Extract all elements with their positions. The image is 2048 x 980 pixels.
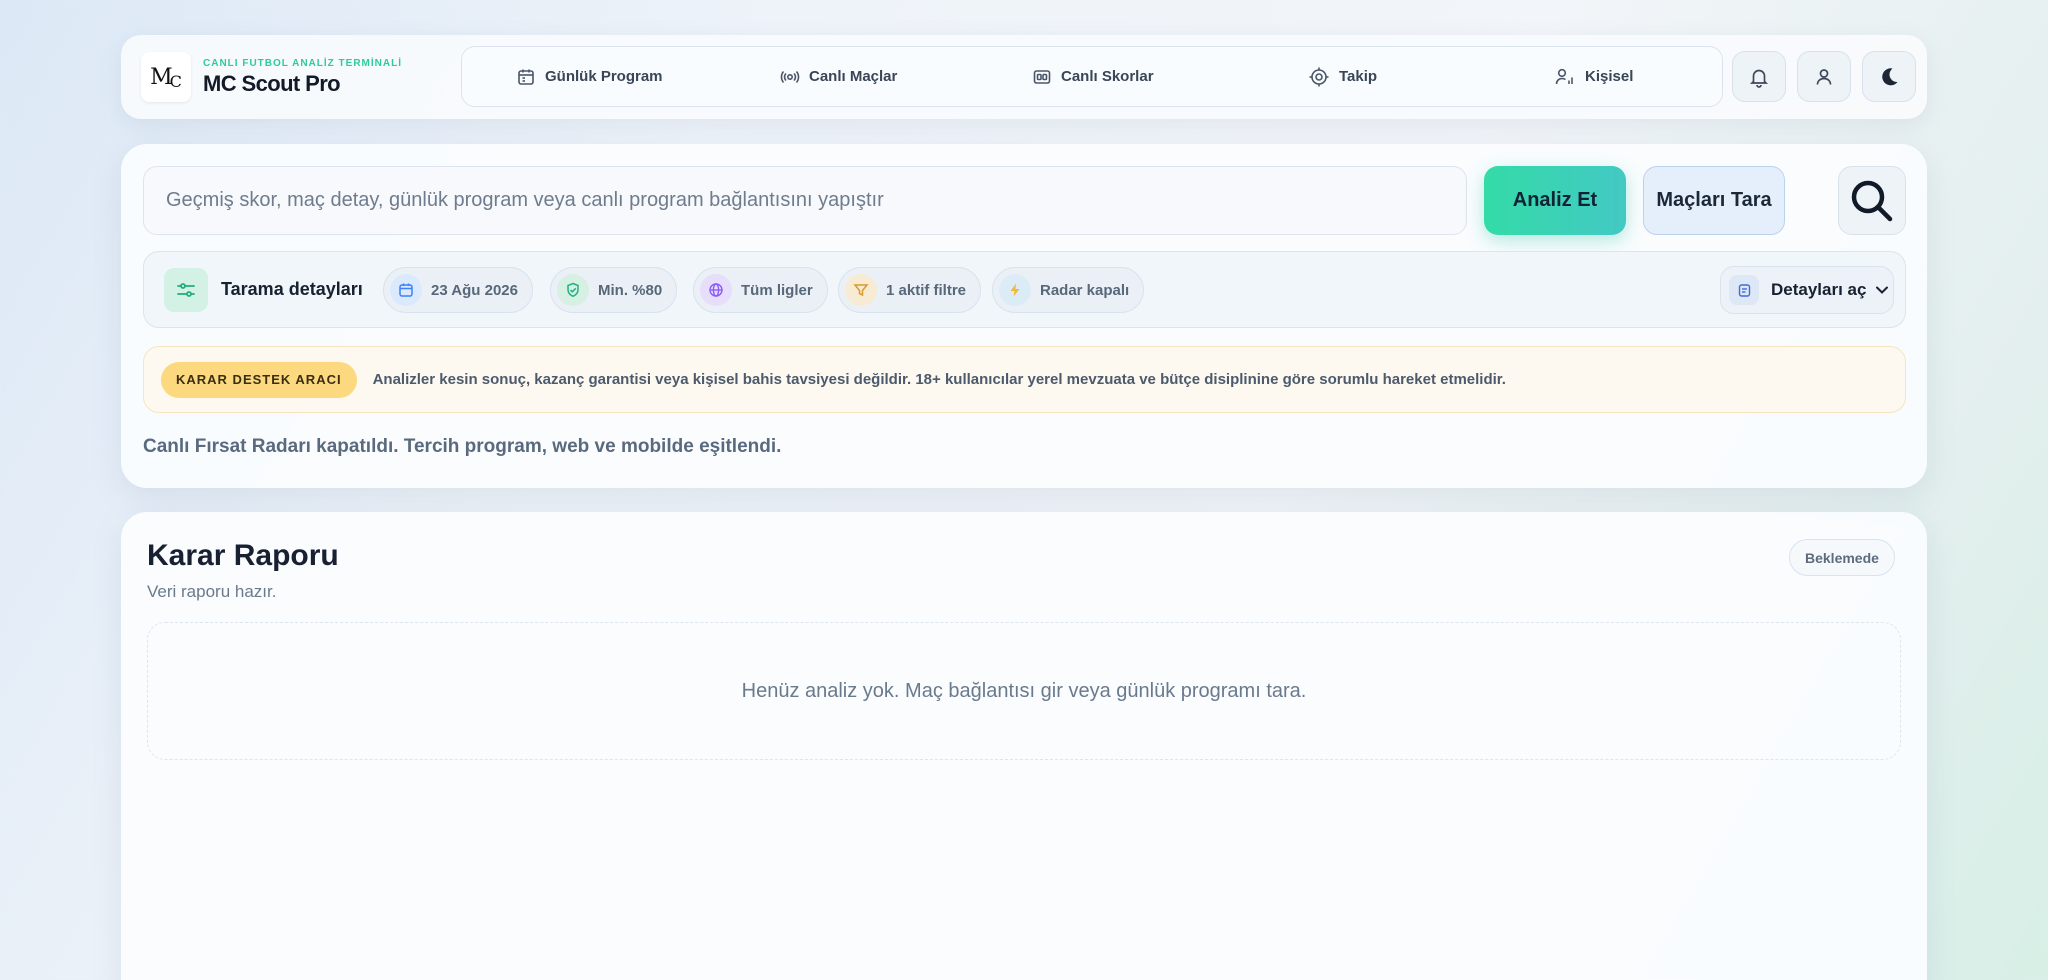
nav-label: Takip [1339,68,1378,85]
lightning-icon [999,274,1031,306]
chevron-down-icon [1876,286,1889,294]
nav-item-tracking[interactable]: Takip [1308,47,1377,106]
status-message: Canlı Fırsat Radarı kapatıldı. Tercih pr… [143,436,782,457]
top-header: MC CANLI FUTBOL ANALİZ TERMİNALİ MC Scou… [121,35,1927,119]
nav-item-daily-program[interactable]: Günlük Program [516,47,663,106]
nav-label: Canlı Skorlar [1061,68,1154,85]
calendar-icon [518,69,534,85]
main-nav: Günlük Program Canlı Maçlar Canlı Skorla… [461,46,1723,107]
scan-matches-button[interactable]: Maçları Tara [1643,166,1785,235]
live-signal-icon [780,70,800,83]
chip-label: 1 aktif filtre [886,281,967,299]
nav-label: Günlük Program [545,68,663,85]
nav-item-live-scores[interactable]: Canlı Skorlar [1032,47,1154,106]
nav-item-live-matches[interactable]: Canlı Maçlar [780,47,897,106]
chip-filters[interactable]: 1 aktif filtre [838,267,982,313]
sliders-icon [164,268,208,312]
chip-label: Min. %80 [598,281,663,299]
brand-title: MC Scout Pro [203,70,341,96]
analyze-button[interactable]: Analiz Et [1484,166,1626,235]
decision-report-card: Karar Raporu Veri raporu hazır. Beklemed… [121,512,1927,980]
chip-date[interactable]: 23 Ağu 2026 [383,267,533,313]
chip-radar[interactable]: Radar kapalı [992,267,1145,313]
document-icon [1729,275,1759,305]
brand[interactable]: MC CANLI FUTBOL ANALİZ TERMİNALİ MC Scou… [141,52,441,102]
nav-label: Canlı Maçlar [809,68,898,85]
brand-logo: MC [141,52,191,102]
empty-state: Henüz analiz yok. Maç bağlantısı gir vey… [147,622,1901,760]
theme-toggle-button[interactable] [1862,51,1916,102]
chip-label: Tüm ligler [741,281,813,299]
report-title: Karar Raporu [147,539,339,572]
bell-icon [1749,69,1769,88]
search-button[interactable] [1838,166,1906,235]
empty-state-text: Henüz analiz yok. Maç bağlantısı gir vey… [741,679,1307,702]
nav-item-personal[interactable]: Kişisel [1554,47,1633,106]
chip-min-confidence[interactable]: Min. %80 [550,267,678,313]
search-input[interactable] [143,166,1467,235]
details-toggle-button[interactable]: Detayları aç [1720,266,1894,314]
scoreboard-icon [1033,69,1051,84]
scan-details-bar: Tarama detayları 23 Ağu 2026 Min. %80 Tü… [143,251,1906,328]
user-stats-icon [1555,68,1573,84]
disclaimer-text: Analizler kesin sonuç, kazanç garantisi … [372,371,1506,388]
shield-check-icon [557,274,589,306]
report-subtitle: Veri raporu hazır. [147,582,277,601]
calendar-icon [390,274,422,306]
notifications-button[interactable] [1732,51,1786,102]
status-badge: Beklemede [1789,539,1895,576]
target-icon [1309,67,1329,86]
chip-label: Radar kapalı [1040,281,1130,299]
brand-subtitle: CANLI FUTBOL ANALİZ TERMİNALİ [203,57,402,69]
user-icon [1816,68,1832,85]
brand-text: CANLI FUTBOL ANALİZ TERMİNALİ MC Scout P… [203,58,402,97]
decision-support-badge: KARAR DESTEK ARACI [161,361,357,398]
globe-icon [700,274,732,306]
moon-icon [1882,67,1898,85]
filter-icon [845,274,877,306]
chip-label: 23 Ağu 2026 [431,281,518,299]
scan-details-title: Tarama detayları [221,279,363,299]
search-icon [1851,180,1893,221]
nav-label: Kişisel [1585,68,1634,85]
disclaimer-banner: KARAR DESTEK ARACI Analizler kesin sonuç… [143,346,1906,413]
details-toggle-label: Detayları aç [1771,280,1867,299]
search-card: Analiz Et Maçları Tara Tarama detayları … [121,144,1927,488]
chip-leagues[interactable]: Tüm ligler [693,267,828,313]
profile-button[interactable] [1797,51,1851,102]
